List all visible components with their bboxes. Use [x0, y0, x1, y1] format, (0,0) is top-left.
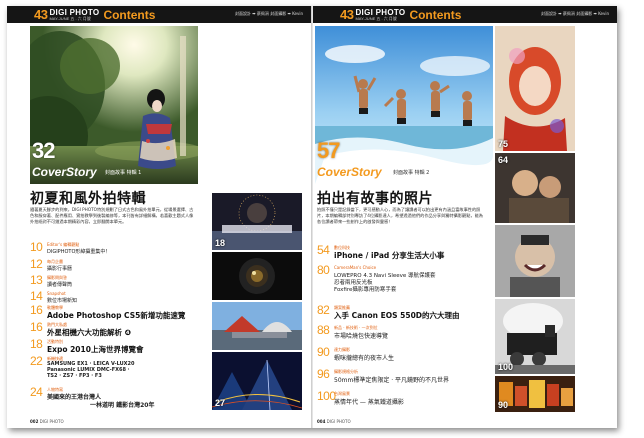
right-page: 43 DIGI PHOTO MAY-JUNE 五 . 六 月號 Contents…: [312, 6, 617, 428]
footer-page-number: 004: [317, 419, 326, 424]
cover-story-sub: 封面故事 特輯 1: [105, 170, 142, 176]
toc-category: Snapshot: [47, 291, 66, 296]
issue-number: 43: [340, 7, 354, 22]
cover-page-number: 32: [32, 138, 56, 163]
issue-number: 43: [34, 7, 48, 22]
toc-page-number: 12: [30, 257, 43, 271]
city-night-image: [212, 352, 302, 410]
brand-logo: DIGI PHOTO MAY-JUNE 五 . 六 月號: [355, 8, 405, 21]
toc-text: Foxfire攝影專用防寒手套: [334, 287, 397, 293]
thumb-camera[interactable]: [212, 252, 302, 300]
camera-image: [212, 252, 302, 300]
toc-page-number: 16: [30, 303, 43, 317]
page-footer: 004 DIGI PHOTO: [317, 419, 351, 424]
thumb-page-number: 90: [498, 400, 509, 410]
toc-page-number: 22: [30, 354, 43, 368]
toc-headline: 入手 Canon EOS 550D的六大理由: [334, 311, 460, 320]
toc-page-number: 54: [317, 243, 330, 257]
thumb-city-night[interactable]: 27: [212, 352, 302, 410]
toc-text: 數位市場新知: [47, 298, 78, 304]
toc-text: DIGIPHOTO形綽攝重集中！: [47, 249, 111, 255]
toc-page-number: 18: [30, 337, 43, 351]
cover-story-label: CoverStory: [317, 165, 382, 179]
feature-description: 拍照不僅只是記錄當下，更可感動人心，而為了讓讀者可以拍出更有內涵且富故事性的照片…: [317, 207, 483, 224]
toc-text: TS2 · ZS7 · FP3 · F3: [47, 373, 102, 379]
cover-page-number: 57: [317, 138, 341, 163]
page-footer: 002 DIGI PHOTO: [30, 419, 64, 424]
contents-title: Contents: [409, 7, 462, 22]
thumb-page-number: 27: [215, 398, 226, 408]
toc-category: CameraMan's Choice: [334, 265, 377, 270]
toc-page-number: 96: [317, 367, 330, 381]
page-header: 43 DIGI PHOTO MAY-JUNE 五 . 六 月號 Contents…: [7, 6, 311, 23]
fireworks-image: [212, 193, 302, 250]
thumb-expo[interactable]: [212, 302, 302, 350]
toc-headline: Expo 2010上海世界博覽會: [47, 345, 144, 354]
cover-photo-kimono[interactable]: 32 CoverStory 封面故事 特輯 1: [30, 26, 198, 184]
thumb-laughing-man[interactable]: [495, 225, 575, 297]
contents-title: Contents: [103, 7, 156, 22]
footer-brand: DIGI PHOTO: [39, 419, 64, 424]
feature-title: 拍出有故事的照片: [317, 191, 433, 207]
thumb-page-number: 100: [498, 362, 514, 372]
thumb-steam-train[interactable]: 100: [495, 299, 575, 374]
toc-list: 54 數位科技 iPhone / iPad 分享生活大小事 80 CameraM…: [317, 244, 487, 414]
laughing-man-image: [495, 225, 575, 297]
left-page: 43 DIGI PHOTO MAY-JUNE 五 . 六 月號 Contents…: [7, 6, 312, 428]
toc-text: 一林道明 鐵影台灣20年: [90, 402, 155, 409]
toc-text: 攝影行事曆: [47, 266, 73, 272]
toc-headline: iPhone / iPad 分享生活大小事: [334, 251, 445, 260]
thumb-night-market[interactable]: 90: [495, 376, 575, 412]
thumb-page-number: 64: [498, 155, 509, 165]
toc-page-number: 13: [30, 273, 43, 287]
toc-page-number: 90: [317, 345, 330, 359]
feature-title: 初夏和風外拍特輯: [30, 191, 146, 207]
footer-page-number: 002: [30, 419, 39, 424]
toc-headline: 外星相機六大功能解析 ❹: [47, 328, 131, 337]
thumb-children[interactable]: 64: [495, 153, 575, 223]
expo-image: [212, 302, 302, 350]
toc-page-number: 10: [30, 240, 43, 254]
thumb-page-number: 18: [215, 238, 226, 248]
toc-text: 蝦咪攏總有的夜市人生: [334, 355, 395, 362]
toc-text: 50mm標準定焦限定 · 平凡鏡野的不凡世界: [334, 377, 450, 384]
footer-brand: DIGI PHOTO: [326, 419, 351, 424]
brand-issue-date: MAY-JUNE 五 . 六 月號: [49, 15, 91, 21]
cover-story-label: CoverStory: [32, 165, 97, 179]
beach-jump-image: [315, 26, 493, 184]
brand-logo: DIGI PHOTO MAY-JUNE 五 . 六 月號: [49, 8, 99, 21]
cover-credit: 封面設計 ➡ 蔡佩涓 封面攝影 ➡ Kevin: [235, 11, 303, 16]
toc-page-number: 24: [30, 385, 43, 399]
toc-page-number: 80: [317, 263, 330, 277]
toc-page-number: 14: [30, 289, 43, 303]
magazine-spread: 43 DIGI PHOTO MAY-JUNE 五 . 六 月號 Contents…: [7, 6, 617, 428]
toc-text: 市場哈燒包快速導覽: [334, 333, 389, 340]
toc-list: 10 Editor's 編輯觀點 DIGIPHOTO形綽攝重集中！ 12 每月企…: [30, 241, 200, 416]
cover-credit: 封面設計 ➡ 蔡佩涓 封面攝影 ➡ Kevin: [541, 11, 609, 16]
toc-page-number: 82: [317, 303, 330, 317]
page-header: 43 DIGI PHOTO MAY-JUNE 五 . 六 月號 Contents…: [313, 6, 617, 23]
cover-story-sub: 封面故事 特輯 2: [393, 170, 430, 176]
toc-headline: Adobe Photoshop CS5新增功能速覽: [47, 311, 186, 320]
brand-issue-date: MAY-JUNE 五 . 六 月號: [355, 15, 397, 21]
toc-page-number: 88: [317, 323, 330, 337]
kimono-garden-image: [30, 26, 198, 184]
portrait-image: [495, 26, 575, 151]
thumb-portrait[interactable]: 75: [495, 26, 575, 151]
toc-page-number: 16: [30, 320, 43, 334]
cover-photo-beach[interactable]: 57 CoverStory 封面故事 特輯 2: [315, 26, 493, 184]
toc-page-number: 100: [317, 389, 336, 403]
toc-text: 蒸情年代 — 蒸氣鐵道攝影: [334, 399, 404, 406]
toc-text: 讀者傳聲筒: [47, 282, 73, 288]
feature-description: 隨著夏天腳步的到來，DIGI PHOTO特別規劃了日式古色和風外拍單元，從場景選…: [30, 207, 194, 224]
thumb-fireworks[interactable]: 18: [212, 193, 302, 250]
thumb-page-number: 75: [498, 139, 509, 149]
